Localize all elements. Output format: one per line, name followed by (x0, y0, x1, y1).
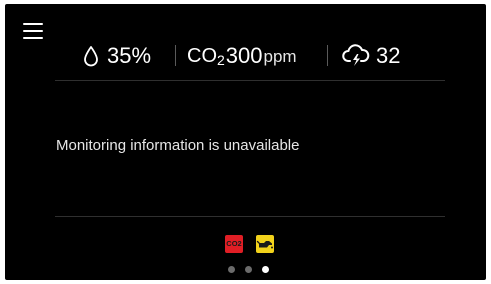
co2-alert-icon[interactable]: CO2 (225, 235, 243, 253)
menu-button[interactable] (23, 21, 45, 41)
stats-bar: 35% CO 2 300 ppm 32 (5, 40, 486, 72)
co2-label: CO (187, 44, 217, 67)
stat-divider (327, 45, 328, 66)
co2-unit: ppm (263, 47, 297, 66)
oil-can-icon[interactable] (256, 235, 274, 253)
alert-icons: CO2 (225, 235, 277, 253)
hamburger-line (23, 23, 43, 25)
weather-stat: 32 (342, 40, 400, 72)
humidity-stat: 35% (83, 40, 151, 72)
page-indicator (228, 266, 274, 274)
co2-stat: CO 2 300 ppm (187, 40, 297, 72)
page-dot-active[interactable] (262, 266, 269, 273)
co2-subscript: 2 (217, 52, 225, 68)
monitor-screen: 35% CO 2 300 ppm 32 Monitoring informati… (5, 4, 486, 280)
top-divider (55, 80, 445, 81)
thunderstorm-cloud-icon (342, 44, 370, 66)
co2-value: 300 (225, 43, 263, 68)
co2-alert-label: CO2 (226, 239, 242, 248)
hamburger-line (23, 30, 43, 32)
weather-value: 32 (376, 43, 401, 68)
page-dot[interactable] (228, 266, 235, 273)
humidity-value: 35% (107, 43, 152, 68)
stat-divider (175, 45, 176, 66)
hamburger-line (23, 37, 43, 39)
bottom-divider (55, 216, 445, 217)
oil-can-glyph (256, 240, 273, 249)
page-dot[interactable] (245, 266, 252, 273)
status-message: Monitoring information is unavailable (56, 137, 300, 154)
water-drop-icon (84, 46, 98, 67)
